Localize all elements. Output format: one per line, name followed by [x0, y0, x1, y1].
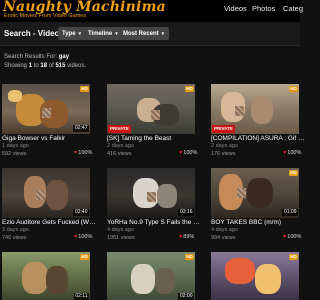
hd-badge: HD [80, 254, 89, 260]
video-rating: ♥100% [179, 150, 197, 156]
nav-videos[interactable]: Videos [224, 4, 247, 13]
rating-value: 100% [183, 150, 198, 156]
rating-value: 89% [183, 234, 195, 240]
chevron-down-icon: ▼ [160, 31, 166, 36]
site-tagline: Erotic Movies From Video Games [4, 13, 87, 19]
results-from: 1 [28, 63, 33, 69]
video-views: 746 views [2, 235, 27, 241]
video-thumbnail[interactable]: HD PRIVATE [211, 84, 299, 134]
results-count: Showing 1 to 18 of 515 videos. [4, 63, 86, 69]
video-duration: 02:40 [73, 209, 89, 216]
video-thumbnail[interactable]: HD 02:47 [2, 84, 90, 134]
nav-categories[interactable]: Categ [283, 4, 303, 13]
hd-badge: HD [289, 86, 298, 92]
video-views: 416 views [107, 151, 132, 157]
hd-badge: HD [185, 86, 194, 92]
video-rating: ♥100% [74, 150, 92, 156]
results-to: 18 [40, 63, 48, 69]
video-thumbnail[interactable]: HD PRIVATE [107, 84, 195, 134]
video-views: 994 views [211, 235, 236, 241]
timeline-dropdown-label: Timeline [88, 31, 113, 38]
search-results-summary: Search Results For: gay [4, 54, 69, 60]
search-toolbar: Search - Videos Type ▼ Timeline ▼ Most Rec… [0, 22, 300, 46]
video-date: 4 days ago [107, 227, 134, 233]
video-thumbnail[interactable]: HD [211, 252, 299, 300]
video-title[interactable]: YoRHa No.9 Type S Fails the Gl... [107, 219, 201, 226]
private-badge: PRIVATE [108, 125, 131, 133]
sort-dropdown[interactable]: Most Recent ▼ [119, 27, 170, 40]
video-date: 2 days ago [107, 143, 134, 149]
page-title: Search - Videos [4, 29, 64, 38]
video-views: 592 views [2, 151, 27, 157]
results-prefix: Search Results For: [4, 54, 58, 60]
heart-icon: ♥ [74, 150, 78, 156]
hd-badge: HD [80, 86, 89, 92]
video-rating: ♥89% [179, 234, 194, 240]
video-thumbnail[interactable]: HD 02:00 [107, 252, 195, 300]
heart-icon: ♥ [179, 234, 183, 240]
chevron-down-icon: ▼ [77, 31, 83, 36]
heart-icon: ♥ [179, 150, 183, 156]
rating-value: 100% [287, 234, 302, 240]
video-duration: 01:09 [282, 209, 298, 216]
video-duration: 03:16 [178, 209, 194, 216]
showing-label: Showing [4, 63, 28, 69]
search-query: gay [58, 54, 70, 60]
site-header: Naughty Machinima Erotic Movies From Vid… [0, 0, 303, 22]
video-rating: ♥100% [283, 234, 301, 240]
rating-value: 100% [78, 234, 93, 240]
video-thumbnail[interactable]: 02:40 [2, 168, 90, 218]
nav-photos[interactable]: Photos [252, 4, 275, 13]
type-dropdown[interactable]: Type ▼ [58, 27, 87, 40]
video-date: 2 days ago [211, 143, 238, 149]
video-date: 3 days ago [2, 227, 29, 233]
hd-badge: HD [289, 254, 298, 260]
video-title[interactable]: [SK] Taming the Beast [107, 135, 201, 142]
videos-label: videos. [67, 63, 87, 69]
heart-icon: ♥ [283, 150, 287, 156]
rating-value: 100% [78, 150, 93, 156]
video-date: 4 days ago [211, 227, 238, 233]
video-duration: 02:00 [178, 293, 194, 300]
video-title[interactable]: Giga Bowser vs Falkir [2, 135, 96, 142]
video-duration: 02:11 [73, 293, 89, 300]
video-date: 1 days ago [2, 143, 29, 149]
rating-value: 100% [287, 150, 302, 156]
type-dropdown-label: Type [62, 31, 76, 38]
hd-badge: HD [185, 254, 194, 260]
to-label: to [33, 63, 39, 69]
heart-icon: ♥ [74, 234, 78, 240]
results-total: 515 [55, 63, 66, 69]
sort-dropdown-label: Most Recent [123, 31, 159, 38]
video-duration: 02:47 [73, 125, 89, 132]
video-title[interactable]: [COMPILATION] ASURA : Gif & ... [211, 135, 305, 142]
video-title[interactable]: BOY TAKES BBC (m/m) [211, 219, 305, 226]
video-rating: ♥100% [283, 150, 301, 156]
video-rating: ♥100% [74, 234, 92, 240]
video-thumbnail[interactable]: 03:16 [107, 168, 195, 218]
of-label: of [48, 63, 54, 69]
video-views: 1951 views [107, 235, 135, 241]
timeline-dropdown[interactable]: Timeline ▼ [84, 27, 123, 40]
video-title[interactable]: Ezio Auditore Gets Fucked (Wit... [2, 219, 96, 226]
video-views: 176 views [211, 151, 236, 157]
heart-icon: ♥ [283, 234, 287, 240]
video-thumbnail[interactable]: HD 02:11 [2, 252, 90, 300]
private-badge: PRIVATE [212, 125, 235, 133]
video-thumbnail[interactable]: HD 01:09 [211, 168, 299, 218]
hd-badge: HD [289, 170, 298, 176]
